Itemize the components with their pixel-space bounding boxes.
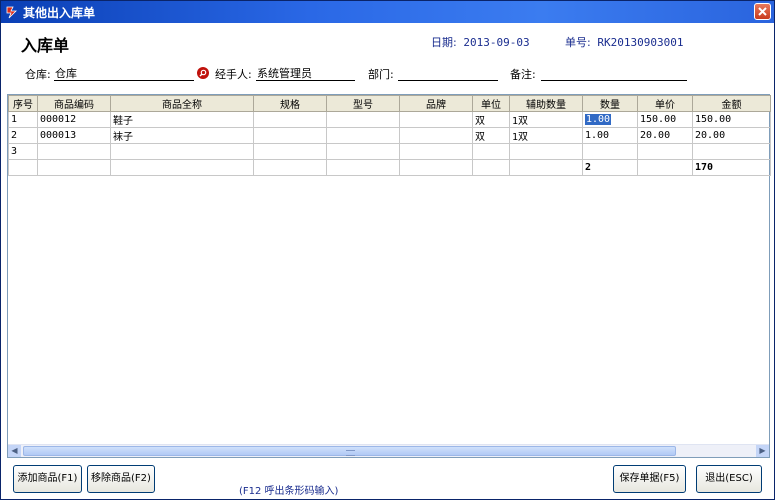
cell[interactable] <box>637 143 693 160</box>
col-header[interactable]: 单位 <box>472 95 510 112</box>
cell <box>37 159 111 176</box>
remark-underline <box>541 80 687 81</box>
scrollbar-thumb[interactable] <box>23 446 676 456</box>
magnifier-icon[interactable] <box>197 67 209 79</box>
exit-button[interactable]: 退出(ESC) <box>696 465 762 493</box>
cell[interactable] <box>326 111 400 128</box>
col-header[interactable]: 商品编码 <box>37 95 111 112</box>
cell <box>110 159 254 176</box>
cell[interactable] <box>509 143 583 160</box>
app-icon <box>6 6 17 19</box>
table-row[interactable]: 1 000012 鞋子 双 1双 1.00 150.00 150.00 <box>8 111 771 128</box>
cell[interactable]: 袜子 <box>110 127 254 144</box>
remark-label: 备注: <box>510 68 536 81</box>
col-header[interactable]: 品牌 <box>399 95 473 112</box>
selected-cell[interactable]: 1.00 <box>582 111 638 128</box>
handler-underline <box>256 80 355 81</box>
cell[interactable]: 双 <box>472 127 510 144</box>
handler-label: 经手人: <box>215 68 252 81</box>
warehouse-field[interactable]: 仓库 <box>55 65 77 81</box>
title-bar[interactable]: 其他出入库单 <box>1 1 774 23</box>
col-header[interactable]: 规格 <box>253 95 327 112</box>
cell[interactable] <box>326 127 400 144</box>
total-amount: 170 <box>692 159 771 176</box>
order-number-display: 单号: RK20130903001 <box>565 34 683 50</box>
cell[interactable] <box>110 143 254 160</box>
date-label: 日期: <box>431 36 457 49</box>
cell[interactable]: 000013 <box>37 127 111 144</box>
cell <box>253 159 327 176</box>
cell <box>509 159 583 176</box>
cell[interactable]: 1.00 <box>582 127 638 144</box>
order-number-value: RK20130903001 <box>597 36 684 49</box>
cell <box>326 159 400 176</box>
cell[interactable] <box>399 111 473 128</box>
cell[interactable] <box>37 143 111 160</box>
table-row[interactable]: 3 <box>8 143 771 160</box>
cell <box>472 159 510 176</box>
page-title: 入库单 <box>21 36 70 55</box>
department-underline <box>398 80 498 81</box>
handler-field[interactable]: 系统管理员 <box>257 65 312 81</box>
item-table: 序号 商品编码 商品全称 规格 型号 品牌 单位 辅助数量 数量 单价 金额 1… <box>8 95 771 176</box>
col-header[interactable]: 辅助数量 <box>509 95 583 112</box>
cell[interactable]: 1双 <box>509 111 583 128</box>
cell[interactable]: 150.00 <box>692 111 771 128</box>
col-header[interactable]: 单价 <box>637 95 693 112</box>
cell[interactable]: 20.00 <box>637 127 693 144</box>
cell[interactable]: 3 <box>8 143 38 160</box>
cell <box>637 159 693 176</box>
warehouse-underline <box>54 80 194 81</box>
barcode-hint: (F12 呼出条形码输入) <box>239 486 339 497</box>
total-quantity: 2 <box>582 159 638 176</box>
cell[interactable]: 双 <box>472 111 510 128</box>
order-number-label: 单号: <box>565 36 591 49</box>
cell[interactable] <box>472 143 510 160</box>
save-button[interactable]: 保存单据(F5) <box>613 465 686 493</box>
totals-row: 2 170 <box>8 159 771 176</box>
department-label: 部门: <box>368 68 394 81</box>
header-row: 序号 商品编码 商品全称 规格 型号 品牌 单位 辅助数量 数量 单价 金额 <box>8 95 771 112</box>
add-item-button[interactable]: 添加商品(F1) <box>13 465 82 493</box>
window-title: 其他出入库单 <box>23 6 96 20</box>
scroll-left-icon[interactable]: ◀ <box>8 445 21 457</box>
cell[interactable]: 鞋子 <box>110 111 254 128</box>
col-header[interactable]: 数量 <box>582 95 638 112</box>
cell[interactable]: 1双 <box>509 127 583 144</box>
col-header[interactable]: 金额 <box>692 95 771 112</box>
cell[interactable] <box>253 127 327 144</box>
cell[interactable]: 000012 <box>37 111 111 128</box>
cell[interactable] <box>582 143 638 160</box>
col-header[interactable]: 序号 <box>8 95 38 112</box>
selected-cell-value[interactable]: 1.00 <box>585 114 612 125</box>
dialog-window: 其他出入库单 入库单 日期: 2013-09-03 单号: RK20130903… <box>0 0 775 500</box>
cell <box>399 159 473 176</box>
date-display: 日期: 2013-09-03 <box>431 34 530 50</box>
cell[interactable] <box>399 127 473 144</box>
cell <box>8 159 38 176</box>
horizontal-scrollbar[interactable]: ◀ ▶ <box>8 444 769 457</box>
remove-item-button[interactable]: 移除商品(F2) <box>87 465 155 493</box>
cell[interactable] <box>253 111 327 128</box>
date-value: 2013-09-03 <box>463 36 530 49</box>
cell[interactable] <box>692 143 771 160</box>
scroll-right-icon[interactable]: ▶ <box>756 445 769 457</box>
item-grid[interactable]: 序号 商品编码 商品全称 规格 型号 品牌 单位 辅助数量 数量 单价 金额 1… <box>7 94 771 458</box>
cell[interactable] <box>326 143 400 160</box>
grip-icon <box>346 450 355 456</box>
col-header[interactable]: 型号 <box>326 95 400 112</box>
table-row[interactable]: 2 000013 袜子 双 1双 1.00 20.00 20.00 <box>8 127 771 144</box>
warehouse-label: 仓库: <box>25 68 51 81</box>
cell[interactable]: 20.00 <box>692 127 771 144</box>
cell[interactable]: 1 <box>8 111 38 128</box>
close-icon[interactable] <box>754 3 771 20</box>
col-header[interactable]: 商品全称 <box>110 95 254 112</box>
cell[interactable] <box>253 143 327 160</box>
cell[interactable] <box>399 143 473 160</box>
cell[interactable]: 150.00 <box>637 111 693 128</box>
cell[interactable]: 2 <box>8 127 38 144</box>
